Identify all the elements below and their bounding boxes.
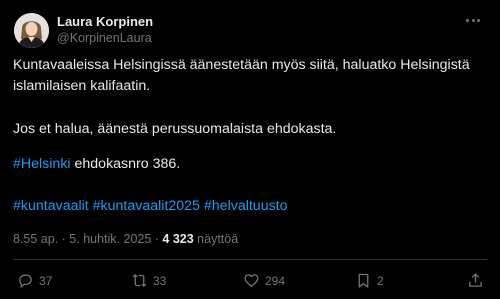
tweet-card: Laura Korpinen @KorpinenLaura Kuntavaale…	[0, 0, 500, 299]
views-label: näyttöä	[193, 232, 239, 246]
hashtag-link[interactable]: #helvaltuusto	[204, 198, 288, 214]
heart-icon	[244, 274, 259, 287]
views-count: 4 323	[162, 232, 194, 246]
repost-icon	[132, 274, 147, 287]
like-button[interactable]: 294	[243, 272, 285, 289]
post-text-line: islamilaisen kalifaatin.	[13, 78, 151, 94]
share-icon	[469, 273, 482, 287]
divider	[13, 259, 487, 260]
repost-button[interactable]: 33	[131, 272, 166, 289]
post-text-line: Kuntavaaleissa Helsingissä äänestetään m…	[13, 57, 470, 73]
post-text-line: Jos et halua, äänestä perussuomalaista e…	[13, 121, 337, 137]
meta-separator: ·	[58, 232, 70, 246]
bookmark-icon	[358, 273, 369, 288]
repost-count: 33	[153, 273, 167, 288]
hashtag-link[interactable]: #Helsinki	[13, 156, 71, 172]
like-count: 294	[265, 273, 286, 288]
post-text-line: #Helsinki ehdokasnro 386.	[13, 154, 180, 174]
meta-separator: ·	[151, 232, 163, 246]
more-options-icon[interactable]	[462, 12, 484, 28]
bookmark-button[interactable]: 2	[355, 272, 384, 289]
reply-button[interactable]: 37	[17, 272, 52, 289]
post-metadata: 8.55 ap. · 5. huhtik. 2025 · 4 323 näytt…	[13, 232, 238, 246]
avatar[interactable]	[14, 13, 49, 48]
hashtag-link[interactable]: #kuntavaalit2025	[93, 198, 200, 214]
post-time[interactable]: 8.55 ap.	[13, 232, 58, 246]
post-date[interactable]: 5. huhtik. 2025	[69, 232, 151, 246]
author-handle[interactable]: @KorpinenLaura	[57, 31, 152, 45]
reply-icon	[19, 274, 32, 289]
hashtag-line: #kuntavaalit #kuntavaalit2025 #helvaltuu…	[13, 196, 288, 216]
reply-count: 37	[39, 273, 53, 288]
author-name[interactable]: Laura Korpinen	[57, 14, 153, 29]
bookmark-count: 2	[377, 273, 384, 288]
post-text-fragment: ehdokasnro 386.	[70, 156, 181, 172]
action-bar: 37 33 294 2	[0, 272, 500, 292]
hashtag-link[interactable]: #kuntavaalit	[13, 198, 89, 214]
share-button[interactable]	[467, 272, 484, 289]
